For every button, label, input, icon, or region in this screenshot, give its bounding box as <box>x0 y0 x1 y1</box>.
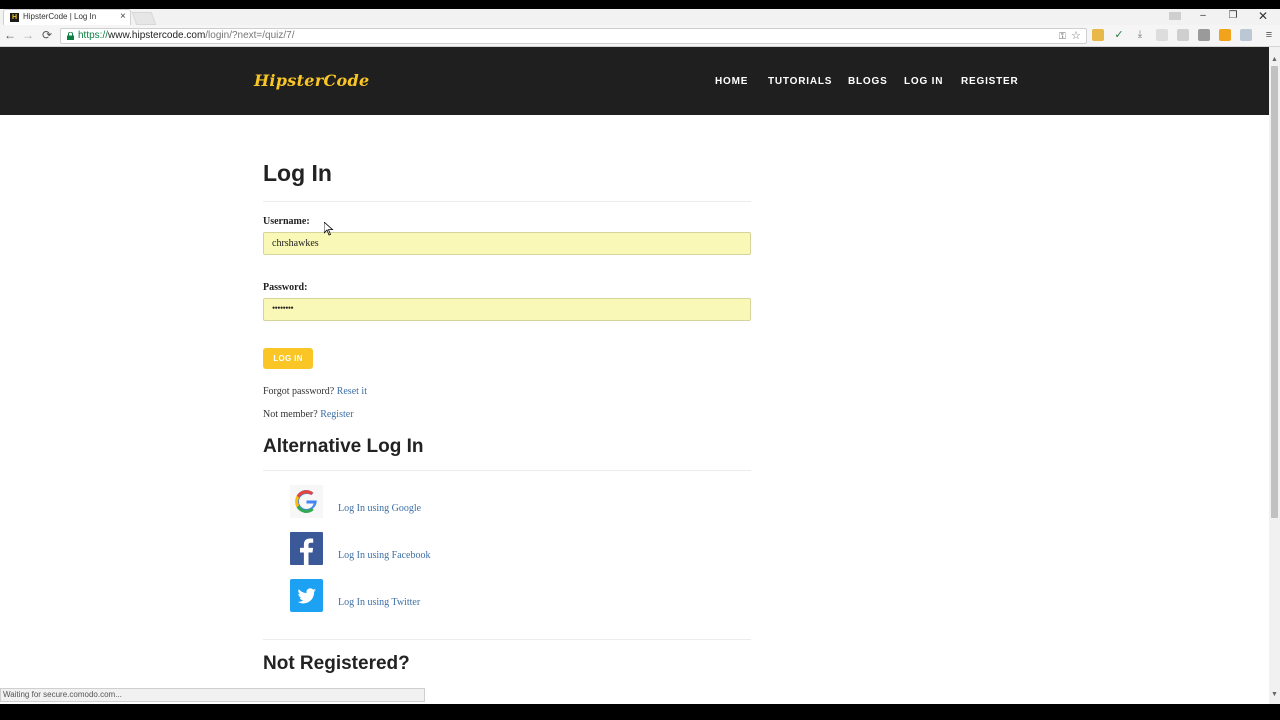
username-field[interactable]: chrshawkes <box>263 232 751 255</box>
download-icon[interactable]: ⤓ <box>1134 29 1146 41</box>
scroll-down-icon[interactable]: ▼ <box>1271 691 1278 698</box>
browser-tabstrip: H HipsterCode | Log In × – ❐ ✕ <box>0 9 1280 25</box>
bookmark-star-icon[interactable]: ☆ <box>1071 29 1081 42</box>
nav-blogs[interactable]: BLOGS <box>848 76 888 87</box>
extension-icon-4[interactable] <box>1177 29 1189 41</box>
not-member-line: Not member? Register <box>263 409 354 420</box>
url-text: https://www.hipstercode.com/login/?next=… <box>78 30 295 41</box>
username-label: Username: <box>263 216 310 227</box>
username-value: chrshawkes <box>272 238 319 249</box>
twitter-login-link[interactable]: Log In using Twitter <box>338 597 420 608</box>
extension-icon-7[interactable] <box>1240 29 1252 41</box>
restore-icon[interactable]: ❐ <box>1220 9 1246 24</box>
register-link[interactable]: Register <box>320 409 353 420</box>
not-member-text: Not member? <box>263 409 318 420</box>
password-label: Password: <box>263 282 308 293</box>
status-bubble: Waiting for secure.comodo.com... <box>0 688 425 702</box>
facebook-icon[interactable] <box>290 532 323 565</box>
tab-title: HipsterCode | Log In <box>23 12 97 21</box>
minimize-icon[interactable]: – <box>1190 9 1216 24</box>
screen: H HipsterCode | Log In × – ❐ ✕ ← → ⟳ htt… <box>0 0 1280 720</box>
close-window-icon[interactable]: ✕ <box>1250 9 1276 24</box>
extension-icon-1[interactable] <box>1092 29 1104 41</box>
forgot-password-text: Forgot password? <box>263 386 335 397</box>
password-value: •••••••• <box>272 303 294 313</box>
divider <box>263 639 751 640</box>
tab-close-icon[interactable]: × <box>120 11 126 23</box>
alternative-login-title: Alternative Log In <box>263 436 424 457</box>
scrollbar-thumb[interactable] <box>1271 66 1278 518</box>
key-icon[interactable]: ⚿ <box>1059 31 1066 42</box>
browser-toolbar: ← → ⟳ https://www.hipstercode.com/login/… <box>0 25 1280 47</box>
extension-icon-5[interactable] <box>1198 29 1210 41</box>
letterbox-bottom <box>0 704 1280 720</box>
forgot-password-line: Forgot password? Reset it <box>263 386 367 397</box>
extension-icon-2[interactable]: ✓ <box>1113 29 1125 41</box>
browser-tab[interactable]: H HipsterCode | Log In × <box>3 9 131 25</box>
lock-icon <box>67 32 74 40</box>
profile-icon[interactable] <box>1162 9 1188 24</box>
password-field[interactable]: •••••••• <box>263 298 751 321</box>
extension-icon-6[interactable] <box>1219 29 1231 41</box>
favicon-icon: H <box>10 13 19 22</box>
nav-login[interactable]: LOG IN <box>904 76 943 87</box>
page-title: Log In <box>263 160 332 186</box>
twitter-icon[interactable] <box>290 579 323 612</box>
google-icon[interactable] <box>290 485 323 518</box>
reset-password-link[interactable]: Reset it <box>337 386 367 397</box>
divider <box>263 470 751 471</box>
site-logo[interactable]: HipsterCode <box>254 71 369 90</box>
extension-icon-3[interactable] <box>1156 29 1168 41</box>
site-header: HipsterCode HOME TUTORIALS BLOGS LOG IN … <box>0 47 1269 115</box>
letterbox-top <box>0 0 1280 9</box>
address-bar[interactable]: https://www.hipstercode.com/login/?next=… <box>60 28 1087 44</box>
new-tab-button[interactable] <box>131 12 157 25</box>
reload-icon[interactable]: ⟳ <box>40 28 54 42</box>
divider <box>263 201 751 202</box>
login-button[interactable]: LOG IN <box>263 348 313 369</box>
nav-register[interactable]: REGISTER <box>961 76 1019 87</box>
google-login-link[interactable]: Log In using Google <box>338 503 421 514</box>
scroll-up-icon[interactable]: ▲ <box>1271 56 1278 63</box>
menu-icon[interactable]: ≡ <box>1262 28 1276 42</box>
not-registered-title: Not Registered? <box>263 653 410 674</box>
facebook-login-link[interactable]: Log In using Facebook <box>338 550 431 561</box>
nav-home[interactable]: HOME <box>715 76 748 87</box>
forward-icon[interactable]: → <box>21 28 35 42</box>
nav-tutorials[interactable]: TUTORIALS <box>768 76 832 87</box>
mouse-cursor-icon <box>324 222 334 236</box>
page-scrollbar[interactable]: ▲ ▼ <box>1269 47 1280 704</box>
back-icon[interactable]: ← <box>3 28 17 42</box>
